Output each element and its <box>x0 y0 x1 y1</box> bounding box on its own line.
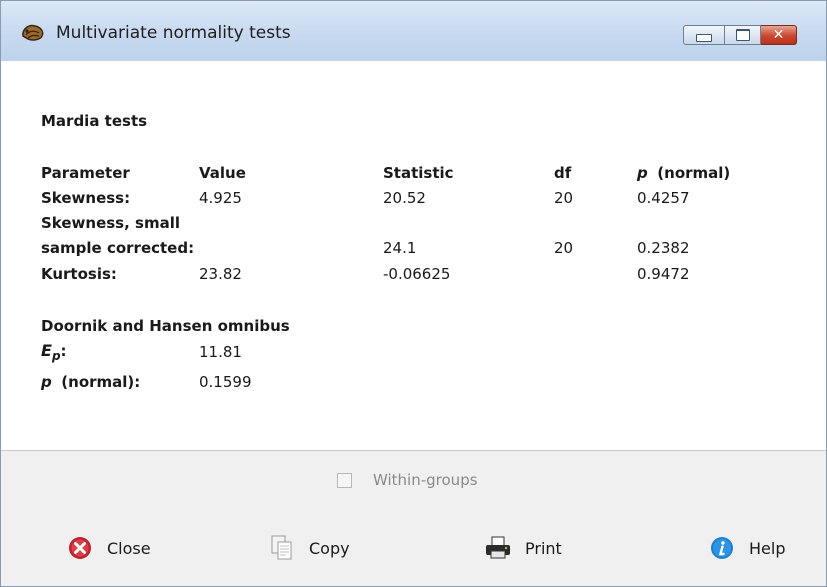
window-title: Multivariate normality tests <box>56 23 291 43</box>
header-statistic: Statistic <box>383 164 454 182</box>
p-normal-value: 0.1599 <box>199 373 252 391</box>
maximize-button[interactable] <box>725 25 761 45</box>
close-circle-icon <box>67 535 93 561</box>
within-groups-label: Within-groups <box>373 471 478 489</box>
skewness-value: 4.925 <box>199 189 242 207</box>
header-df: df <box>554 164 572 182</box>
kurtosis-label: Kurtosis: <box>41 265 117 283</box>
skewness-p: 0.4257 <box>637 189 690 207</box>
p-normal-symbol: p <box>41 373 52 391</box>
p-normal-suffix: (normal): <box>61 373 141 391</box>
copy-button-label: Copy <box>309 538 350 558</box>
printer-icon <box>485 535 511 561</box>
print-button[interactable]: Print <box>485 531 562 565</box>
minimize-button[interactable] <box>683 25 725 45</box>
maximize-icon <box>735 29 750 41</box>
kurtosis-value: 23.82 <box>199 265 242 283</box>
skewness-small-label-1: Skewness, small <box>41 214 180 232</box>
skewness-df: 20 <box>554 189 574 207</box>
ep-subscript: p <box>51 349 61 363</box>
window-close-button[interactable]: ✕ <box>761 25 797 45</box>
skewness-small-label-2: sample corrected: <box>41 239 195 257</box>
header-p-suffix: (normal) <box>657 164 731 182</box>
help-button[interactable]: Help <box>709 531 785 565</box>
copy-icon <box>269 535 295 561</box>
close-button-label: Close <box>107 538 151 558</box>
p-normal-label: p (normal): <box>41 373 140 391</box>
help-button-label: Help <box>749 538 786 558</box>
info-icon <box>709 535 735 561</box>
ep-label: Ep: <box>41 341 67 363</box>
window-controls: ✕ <box>683 25 797 45</box>
mardia-heading: Mardia tests <box>41 112 148 130</box>
ep-value: 11.81 <box>199 343 242 361</box>
app-icon <box>20 22 46 44</box>
ep-colon: : <box>60 342 67 360</box>
close-icon: ✕ <box>772 27 785 43</box>
skewness-small-p: 0.2382 <box>637 239 690 257</box>
results-panel: Mardia tests Parameter Value Statistic d… <box>1 61 826 450</box>
skewness-label: Skewness: <box>41 189 131 207</box>
close-button[interactable]: Close <box>67 531 151 565</box>
skewness-statistic: 20.52 <box>383 189 426 207</box>
print-button-label: Print <box>525 538 562 558</box>
header-value: Value <box>199 164 246 182</box>
within-groups-checkbox[interactable] <box>337 473 352 488</box>
skewness-small-statistic: 24.1 <box>383 239 417 257</box>
header-p-symbol: p <box>637 164 648 182</box>
minimize-icon <box>696 34 712 42</box>
header-parameter: Parameter <box>41 164 130 182</box>
header-p: p (normal) <box>637 164 730 182</box>
window: Multivariate normality tests ✕ Mardia te… <box>0 0 827 587</box>
skewness-small-df: 20 <box>554 239 574 257</box>
kurtosis-statistic: -0.06625 <box>383 265 451 283</box>
kurtosis-p: 0.9472 <box>637 265 690 283</box>
omnibus-heading: Doornik and Hansen omnibus <box>41 317 290 335</box>
ep-symbol: E <box>41 341 52 360</box>
copy-button[interactable]: Copy <box>269 531 350 565</box>
title-bar[interactable]: Multivariate normality tests ✕ <box>1 1 826 61</box>
